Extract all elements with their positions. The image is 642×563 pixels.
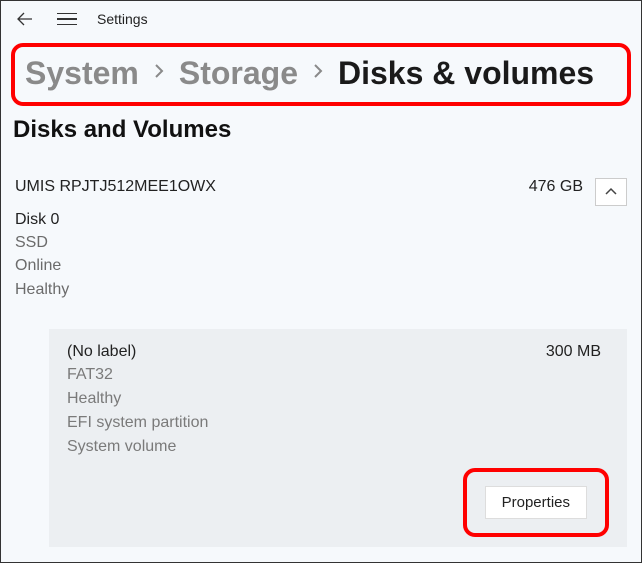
breadcrumb-storage[interactable]: Storage (179, 55, 298, 92)
breadcrumb-highlight: System Storage Disks & volumes (11, 43, 631, 106)
volume-label: (No label) (67, 343, 546, 361)
chevron-right-icon (153, 62, 165, 86)
app-title: Settings (97, 11, 148, 27)
disk-index: Disk 0 (15, 208, 627, 231)
properties-highlight: Properties (463, 468, 609, 537)
disk-status-healthy: Healthy (15, 278, 627, 301)
collapse-button[interactable] (595, 178, 627, 206)
volume-partition-type: EFI system partition (67, 411, 609, 435)
disk-size: 476 GB (529, 178, 583, 196)
breadcrumb-current: Disks & volumes (338, 55, 594, 92)
disk-status-online: Online (15, 254, 627, 277)
menu-button[interactable] (57, 9, 77, 29)
chevron-up-icon (604, 187, 618, 197)
disk-entry: UMIS RPJTJ512MEE1OWX 476 GB Disk 0 SSD O… (15, 178, 627, 301)
properties-button[interactable]: Properties (485, 486, 587, 519)
disk-name: UMIS RPJTJ512MEE1OWX (15, 178, 529, 196)
chevron-right-icon (312, 62, 324, 86)
back-arrow-icon (17, 11, 33, 27)
volume-size: 300 MB (546, 343, 601, 361)
breadcrumb: System Storage Disks & volumes (25, 55, 617, 92)
volume-filesystem: FAT32 (67, 363, 609, 387)
volume-health: Healthy (67, 387, 609, 411)
back-button[interactable] (13, 7, 37, 31)
volume-role: System volume (67, 435, 609, 459)
volume-card: (No label) 300 MB FAT32 Healthy EFI syst… (49, 329, 627, 547)
breadcrumb-system[interactable]: System (25, 55, 139, 92)
disk-type: SSD (15, 231, 627, 254)
page-title: Disks and Volumes (13, 116, 641, 144)
